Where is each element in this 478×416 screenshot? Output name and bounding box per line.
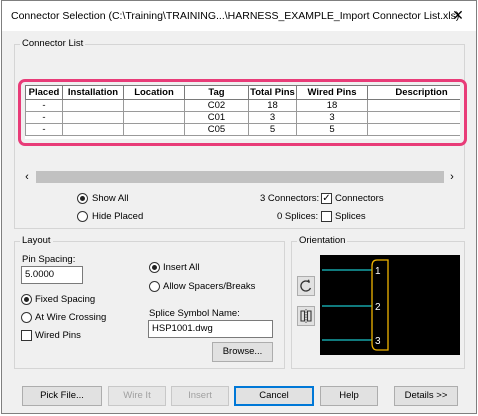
scroll-right-icon[interactable]: ›	[446, 170, 458, 184]
pin-number: 2	[375, 302, 381, 313]
orientation-preview: 1 2 3	[320, 255, 460, 355]
at-wire-crossing-label: At Wire Crossing	[35, 312, 107, 323]
allow-spacers-radio[interactable]	[149, 281, 160, 292]
window-title: Connector Selection (C:\Training\TRAININ…	[11, 10, 460, 22]
orientation-label: Orientation	[297, 235, 348, 247]
wire-it-button[interactable]: Wire It	[108, 386, 166, 406]
show-all-label: Show All	[92, 193, 129, 204]
pin-number: 1	[375, 266, 381, 277]
pin-number: 3	[375, 336, 381, 347]
scrollbar-thumb[interactable]	[36, 171, 444, 183]
rotate-button[interactable]	[297, 276, 315, 296]
hide-placed-label: Hide Placed	[92, 211, 144, 222]
rotate-icon	[300, 279, 312, 292]
connector-preview-drawing: 1 2 3	[322, 259, 389, 351]
details-button[interactable]: Details >>	[394, 386, 458, 406]
hide-placed-radio[interactable]	[77, 211, 88, 222]
fixed-spacing-radio[interactable]	[21, 294, 32, 305]
splices-label: Splices	[335, 211, 366, 222]
insert-all-label: Insert All	[163, 262, 200, 273]
at-wire-crossing-radio[interactable]	[21, 312, 32, 323]
allow-spacers-label: Allow Spacers/Breaks	[163, 281, 256, 292]
fixed-spacing-label: Fixed Spacing	[35, 294, 96, 305]
insert-button[interactable]: Insert	[171, 386, 229, 406]
insert-all-radio[interactable]	[149, 262, 160, 273]
cancel-button[interactable]: Cancel	[234, 386, 314, 406]
connectors-checkbox[interactable]: ✓	[321, 193, 332, 204]
splice-symbol-input[interactable]: HSP1001.dwg	[148, 320, 273, 338]
mirror-button[interactable]	[297, 306, 315, 326]
show-all-radio[interactable]	[77, 193, 88, 204]
close-icon[interactable]: ✕	[448, 6, 468, 24]
browse-button[interactable]: Browse...	[212, 342, 273, 362]
splice-symbol-label: Splice Symbol Name:	[149, 308, 240, 319]
pick-file-button[interactable]: Pick File...	[22, 386, 102, 406]
wired-pins-checkbox[interactable]	[21, 330, 32, 341]
horizontal-scrollbar[interactable]: ‹ ›	[21, 170, 458, 184]
wired-pins-label: Wired Pins	[35, 330, 81, 341]
help-button[interactable]: Help	[320, 386, 378, 406]
connector-list-label: Connector List	[20, 38, 86, 50]
pin-spacing-input[interactable]: 5.0000	[21, 266, 83, 284]
title-bar: Connector Selection (C:\Training\TRAININ…	[2, 1, 476, 31]
mirror-icon	[300, 309, 312, 323]
scroll-left-icon[interactable]: ‹	[21, 170, 33, 184]
pin-spacing-label: Pin Spacing:	[22, 254, 76, 265]
splices-checkbox[interactable]	[321, 211, 332, 222]
connectors-label: Connectors	[335, 193, 384, 204]
connectors-count: 3 Connectors:	[260, 193, 320, 204]
layout-label: Layout	[20, 235, 53, 247]
highlight-annotation	[18, 79, 467, 146]
splices-count: 0 Splices:	[277, 211, 319, 222]
